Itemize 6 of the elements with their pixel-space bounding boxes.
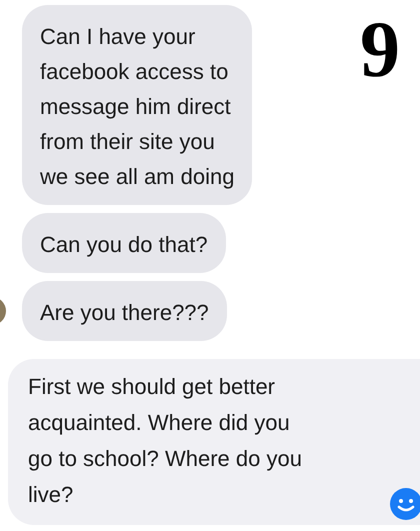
number-label: 9 (360, 10, 400, 90)
message-bubble: Can I have your facebook access to message him direct from their site you we see all am doing (22, 5, 252, 205)
smiley-icon[interactable] (390, 488, 420, 520)
message-bubble: Are you there??? (22, 281, 227, 341)
message-bubble: First we should get better acquainted. Where did you go to school? Where do you live? (8, 359, 420, 525)
message-bubble: Can you do that? (22, 213, 226, 273)
